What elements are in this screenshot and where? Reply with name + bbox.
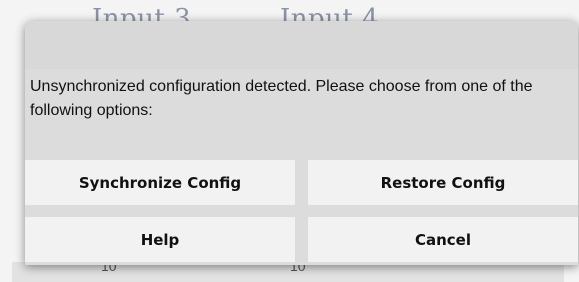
synchronize-config-button[interactable]: Synchronize Config: [25, 160, 295, 205]
help-button[interactable]: Help: [25, 217, 295, 262]
dialog-message: Unsynchronized configuration detected. P…: [30, 78, 533, 119]
cancel-button[interactable]: Cancel: [308, 217, 578, 262]
background-panel: [12, 262, 564, 282]
restore-config-button[interactable]: Restore Config: [308, 160, 578, 205]
dialog-titlebar: [25, 21, 578, 69]
unsynchronized-config-dialog: Unsynchronized configuration detected. P…: [25, 21, 578, 265]
